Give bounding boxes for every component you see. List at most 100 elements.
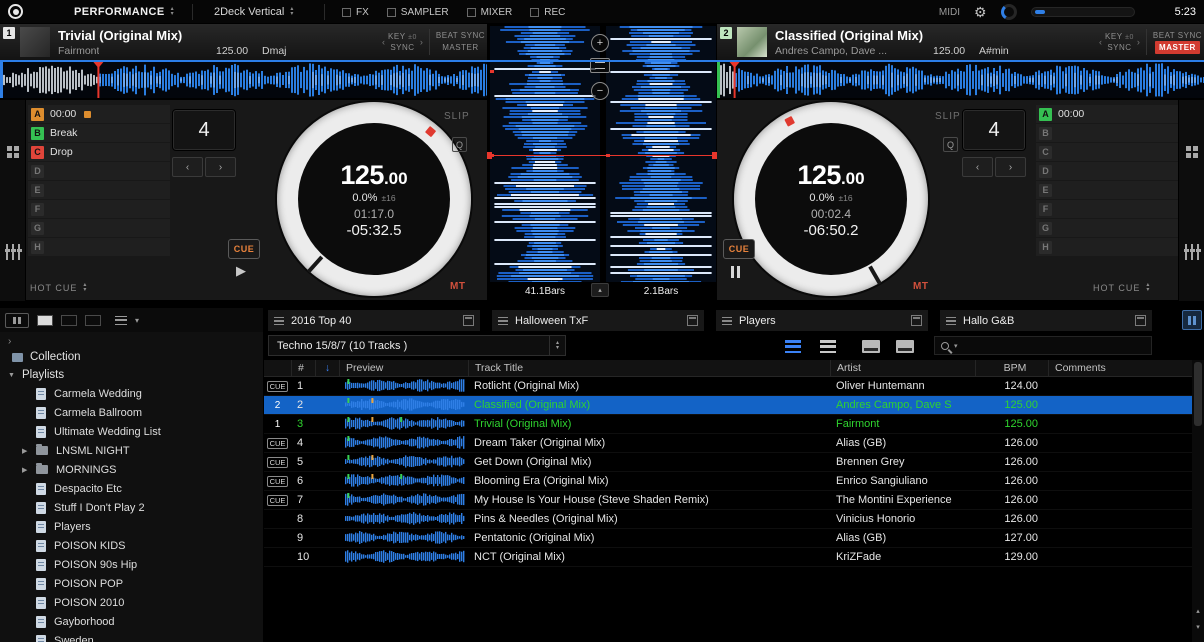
hot-cue-d-button[interactable]: D	[28, 162, 170, 180]
column-preview[interactable]: Preview	[339, 360, 468, 376]
preview-waveform[interactable]	[345, 436, 467, 451]
playlist-tab[interactable]: Halloween TxF	[492, 310, 704, 331]
hot-cue-h-button[interactable]: H	[28, 238, 170, 256]
playlist-tab[interactable]: 2016 Top 40	[268, 310, 480, 331]
sidebar-playlist-item[interactable]: Carmela Ballroom	[0, 403, 264, 422]
tab-panel-icon[interactable]	[687, 315, 698, 326]
sidebar-playlist-item[interactable]: Gayborhood	[0, 612, 264, 631]
sidebar-item-playlists[interactable]: ▼ Playlists	[0, 366, 264, 384]
preview-waveform[interactable]	[345, 493, 467, 508]
expanded-triangle-icon[interactable]: ▼	[8, 372, 15, 379]
search-input[interactable]	[963, 340, 1145, 352]
search-box[interactable]: ▾	[934, 336, 1152, 355]
key-sync-button[interactable]: KEY ±0 SYNC	[388, 32, 417, 53]
list-menu-icon[interactable]	[115, 316, 127, 325]
sidebar-playlist-item[interactable]: POISON 90s Hip	[0, 555, 264, 574]
column-comments[interactable]: Comments	[1048, 360, 1192, 376]
sidebar-playlist-item[interactable]: POISON 2010	[0, 593, 264, 612]
view-list-icon[interactable]	[820, 340, 836, 353]
zoom-in-button[interactable]: +	[591, 34, 609, 52]
beat-jump-forward-button[interactable]: ›	[995, 157, 1026, 177]
toggle-fx[interactable]: FX	[342, 7, 369, 18]
view-artwork-icon[interactable]	[862, 340, 880, 353]
play-button[interactable]: ▶	[236, 263, 246, 279]
key-up-chevron[interactable]: ›	[420, 37, 423, 47]
expand-triangle-icon[interactable]: ▶	[22, 447, 30, 455]
search-filter-chevron-icon[interactable]: ▾	[954, 342, 958, 350]
cue-button[interactable]: CUE	[228, 239, 260, 259]
hot-cue-bank-selector[interactable]: HOT CUE ▴▾	[1093, 283, 1149, 293]
deck-2-vertical-waveform[interactable]	[606, 26, 716, 282]
playlist-tab[interactable]: Players	[716, 310, 928, 331]
collapse-waveform-button[interactable]: ▴	[591, 283, 609, 297]
hot-cue-h-button[interactable]: H	[1036, 238, 1178, 256]
color-swatch-white[interactable]	[37, 315, 53, 326]
hot-cue-f-button[interactable]: F	[28, 200, 170, 218]
tab-panel-icon[interactable]	[463, 315, 474, 326]
mode-selector[interactable]: PERFORMANCE ▴▾	[74, 0, 174, 24]
track-row[interactable]: CUE1Rotlicht (Original Mix)Oliver Huntem…	[264, 377, 1192, 396]
column-track-title[interactable]: Track Title	[468, 360, 830, 376]
layout-selector[interactable]: 2Deck Vertical ▴▾	[214, 0, 293, 24]
key-up-chevron[interactable]: ›	[1137, 37, 1140, 47]
track-row[interactable]: 13Trivial (Original Mix)Fairmont125.00	[264, 415, 1192, 434]
master-volume-knob[interactable]	[1001, 4, 1017, 20]
tag-filter-icon[interactable]	[5, 313, 29, 328]
hot-cue-g-button[interactable]: G	[1036, 219, 1178, 237]
track-row[interactable]: 9Pentatonic (Original Mix)Alias (GB)127.…	[264, 529, 1192, 548]
toggle-rec[interactable]: REC	[530, 7, 565, 18]
deck-2-track-overview-waveform[interactable]	[717, 62, 1204, 98]
master-tempo-label[interactable]: MT	[913, 281, 928, 292]
column-bpm[interactable]: BPM	[975, 360, 1048, 376]
view-keyboard-icon[interactable]	[896, 340, 914, 353]
color-swatch-dark-2[interactable]	[85, 315, 101, 326]
color-swatch-dark-1[interactable]	[61, 315, 77, 326]
quantize-label[interactable]: Q	[452, 137, 467, 152]
track-row[interactable]: 10NCT (Original Mix)KriZFade129.00	[264, 548, 1192, 567]
scroll-down-icon[interactable]: ▾	[1192, 620, 1204, 634]
spinner-arrows-icon[interactable]: ▴▾	[549, 336, 565, 355]
hot-cue-c-button[interactable]: CDrop	[28, 143, 170, 161]
track-row[interactable]: 8Pins & Needles (Original Mix)Vinicius H…	[264, 510, 1192, 529]
sidebar-playlist-item[interactable]: Players	[0, 517, 264, 536]
sidebar-playlist-item[interactable]: POISON KIDS	[0, 536, 264, 555]
track-row[interactable]: CUE4Dream Taker (Original Mix)Alias (GB)…	[264, 434, 1192, 453]
jog-wheel[interactable]: 125.00 0.0%±16 01:17.0 -05:32.5	[277, 102, 471, 296]
deck-1-track-overview-waveform[interactable]	[0, 62, 487, 98]
hot-cue-e-button[interactable]: E	[1036, 181, 1178, 199]
preview-waveform[interactable]	[345, 531, 467, 546]
settings-gear-icon[interactable]: ⚙	[974, 5, 987, 19]
hot-cue-f-button[interactable]: F	[1036, 200, 1178, 218]
toggle-sampler[interactable]: SAMPLER	[387, 7, 449, 18]
sidebar-playlist-item[interactable]: Carmela Wedding	[0, 384, 264, 403]
pause-button[interactable]	[731, 266, 740, 278]
preview-waveform[interactable]	[345, 417, 467, 432]
column-artist[interactable]: Artist	[830, 360, 975, 376]
deck-1-vertical-waveform[interactable]	[490, 26, 600, 282]
preview-waveform[interactable]	[345, 398, 467, 413]
beat-sync-button[interactable]: BEAT SYNC MASTER	[1153, 30, 1202, 54]
master-tempo-label[interactable]: MT	[450, 281, 465, 292]
hot-cue-c-button[interactable]: C	[1036, 143, 1178, 161]
preview-waveform[interactable]	[345, 512, 467, 527]
playlist-tab[interactable]: Hallo G&B	[940, 310, 1152, 331]
scrollbar-thumb[interactable]	[1194, 362, 1202, 426]
preview-waveform[interactable]	[345, 379, 467, 394]
jog-wheel[interactable]: 125.00 0.0%±16 00:02.4 -06:50.2	[734, 102, 928, 296]
tab-panel-icon[interactable]	[1135, 315, 1146, 326]
track-row[interactable]: CUE5Get Down (Original Mix)Brennen Grey1…	[264, 453, 1192, 472]
pads-grid-icon[interactable]	[7, 146, 19, 158]
sidebar-item-collection[interactable]: Collection	[0, 348, 264, 366]
column-status[interactable]	[264, 360, 291, 376]
expand-triangle-icon[interactable]: ▶	[22, 466, 30, 474]
sidebar-playlist-item[interactable]: POISON POP	[0, 574, 264, 593]
sidebar-folder-item[interactable]: ▶LNSML NIGHT	[0, 441, 264, 460]
hot-cue-a-button[interactable]: A00:00	[1036, 105, 1178, 123]
sidebar-playlist-item[interactable]: Ultimate Wedding List	[0, 422, 264, 441]
playlist-dropdown[interactable]: Techno 15/8/7 (10 Tracks ) ▴▾	[268, 335, 566, 356]
track-row[interactable]: 22Classified (Original Mix)Andres Campo,…	[264, 396, 1192, 415]
beat-jump-forward-button[interactable]: ›	[205, 157, 236, 177]
beat-sync-button[interactable]: BEAT SYNC MASTER	[436, 30, 485, 54]
chevron-down-icon[interactable]: ▾	[135, 316, 139, 325]
hot-cue-e-button[interactable]: E	[28, 181, 170, 199]
